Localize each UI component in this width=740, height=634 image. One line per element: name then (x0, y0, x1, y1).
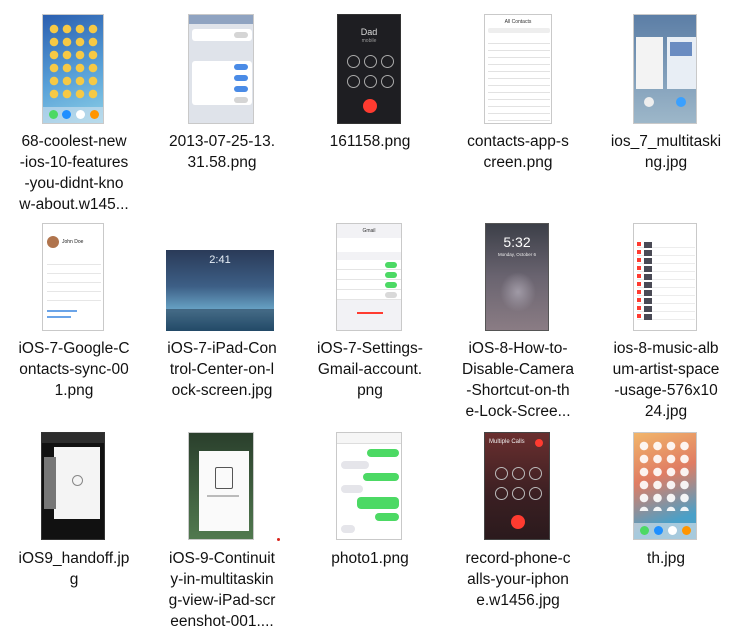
file-tile[interactable]: Dad mobile 161158.png (296, 0, 444, 215)
multiple-calls-thumbnail: Multiple Calls (484, 432, 550, 540)
file-name: iOS-7-iPad-Con trol-Center-on-l ock-screen… (167, 340, 277, 399)
music-usage-thumbnail (633, 223, 697, 331)
file-tile[interactable]: iOS9_handoff.jp g (0, 422, 148, 634)
file-tile[interactable]: All Contacts contacts-app-s creen.png (444, 0, 592, 215)
red-dot (277, 538, 280, 541)
file-tile[interactable]: 2:41 iOS-7-iPad-Con trol-Center-on-l ock-s… (148, 215, 296, 422)
file-name: contacts-app-s creen.png (467, 133, 569, 171)
contacts-list-thumbnail: All Contacts (484, 14, 552, 124)
ipad-lock-screen-thumbnail: 2:41 (166, 250, 274, 331)
file-tile[interactable]: 68-coolest-new -ios-10-features -you-didnt… (0, 0, 148, 215)
file-tile[interactable]: th.jpg (592, 422, 740, 634)
file-grid: 68-coolest-new -ios-10-features -you-didnt… (0, 0, 740, 634)
file-tile[interactable]: 2013-07-25-13. 31.58.png (148, 0, 296, 215)
file-tile[interactable]: 5:32 Monday, October 6 iOS-8-How-to- Disa… (444, 215, 592, 422)
file-name: record-phone-c alls-your-iphon e.w1456.jpg (465, 550, 571, 609)
file-name: iOS-8-How-to- Disable-Camera -Shortcut-on-… (462, 340, 574, 420)
file-tile[interactable]: ios_7_multitaski ng.jpg (592, 0, 740, 215)
gmail-settings-thumbnail: Gmail (336, 223, 402, 331)
file-tile[interactable]: John Doe iOS-7-Google-C ontacts-sync-00 1.… (0, 215, 148, 422)
file-name: th.jpg (647, 550, 685, 567)
file-tile[interactable]: iOS-9-Continuit y-in-multitaskin g-view-iP… (148, 422, 296, 634)
file-name: 161158.png (329, 133, 411, 150)
ios-home-screen-thumbnail (42, 14, 104, 124)
file-tile[interactable]: Gmail iOS-7-Settings- Gmail-account. png (296, 215, 444, 422)
ipad-multitasking-thumbnail (188, 432, 254, 540)
contact-card-thumbnail: John Doe (42, 223, 104, 331)
file-tile[interactable]: photo1.png (296, 422, 444, 634)
file-name: iOS-7-Settings- Gmail-account. png (317, 340, 423, 399)
messages-settings-thumbnail (188, 14, 254, 124)
multitasking-thumbnail (633, 14, 697, 124)
handoff-thumbnail (41, 432, 105, 540)
file-name: iOS-9-Continuit y-in-multitaskin g-view-iP… (168, 550, 276, 630)
file-name: ios-8-music-alb um-artist-space -usage-576… (612, 340, 720, 420)
file-name: 68-coolest-new -ios-10-features -you-didnt… (19, 133, 129, 213)
file-name: 2013-07-25-13. 31.58.png (169, 133, 275, 171)
lock-screen-thumbnail: 5:32 Monday, October 6 (485, 223, 549, 331)
file-name: iOS9_handoff.jp g (18, 550, 130, 588)
file-tile[interactable]: ios-8-music-alb um-artist-space -usage-576… (592, 215, 740, 422)
messages-conversation-thumbnail (336, 432, 402, 540)
ios-home-screen-thumbnail-2 (633, 432, 697, 540)
phone-call-screen-thumbnail: Dad mobile (337, 14, 401, 124)
file-tile[interactable]: Multiple Calls record-phone-c alls-your-i… (444, 422, 592, 634)
file-name: ios_7_multitaski ng.jpg (610, 133, 722, 171)
file-name: photo1.png (331, 550, 409, 567)
file-name: iOS-7-Google-C ontacts-sync-00 1.png (18, 340, 130, 399)
